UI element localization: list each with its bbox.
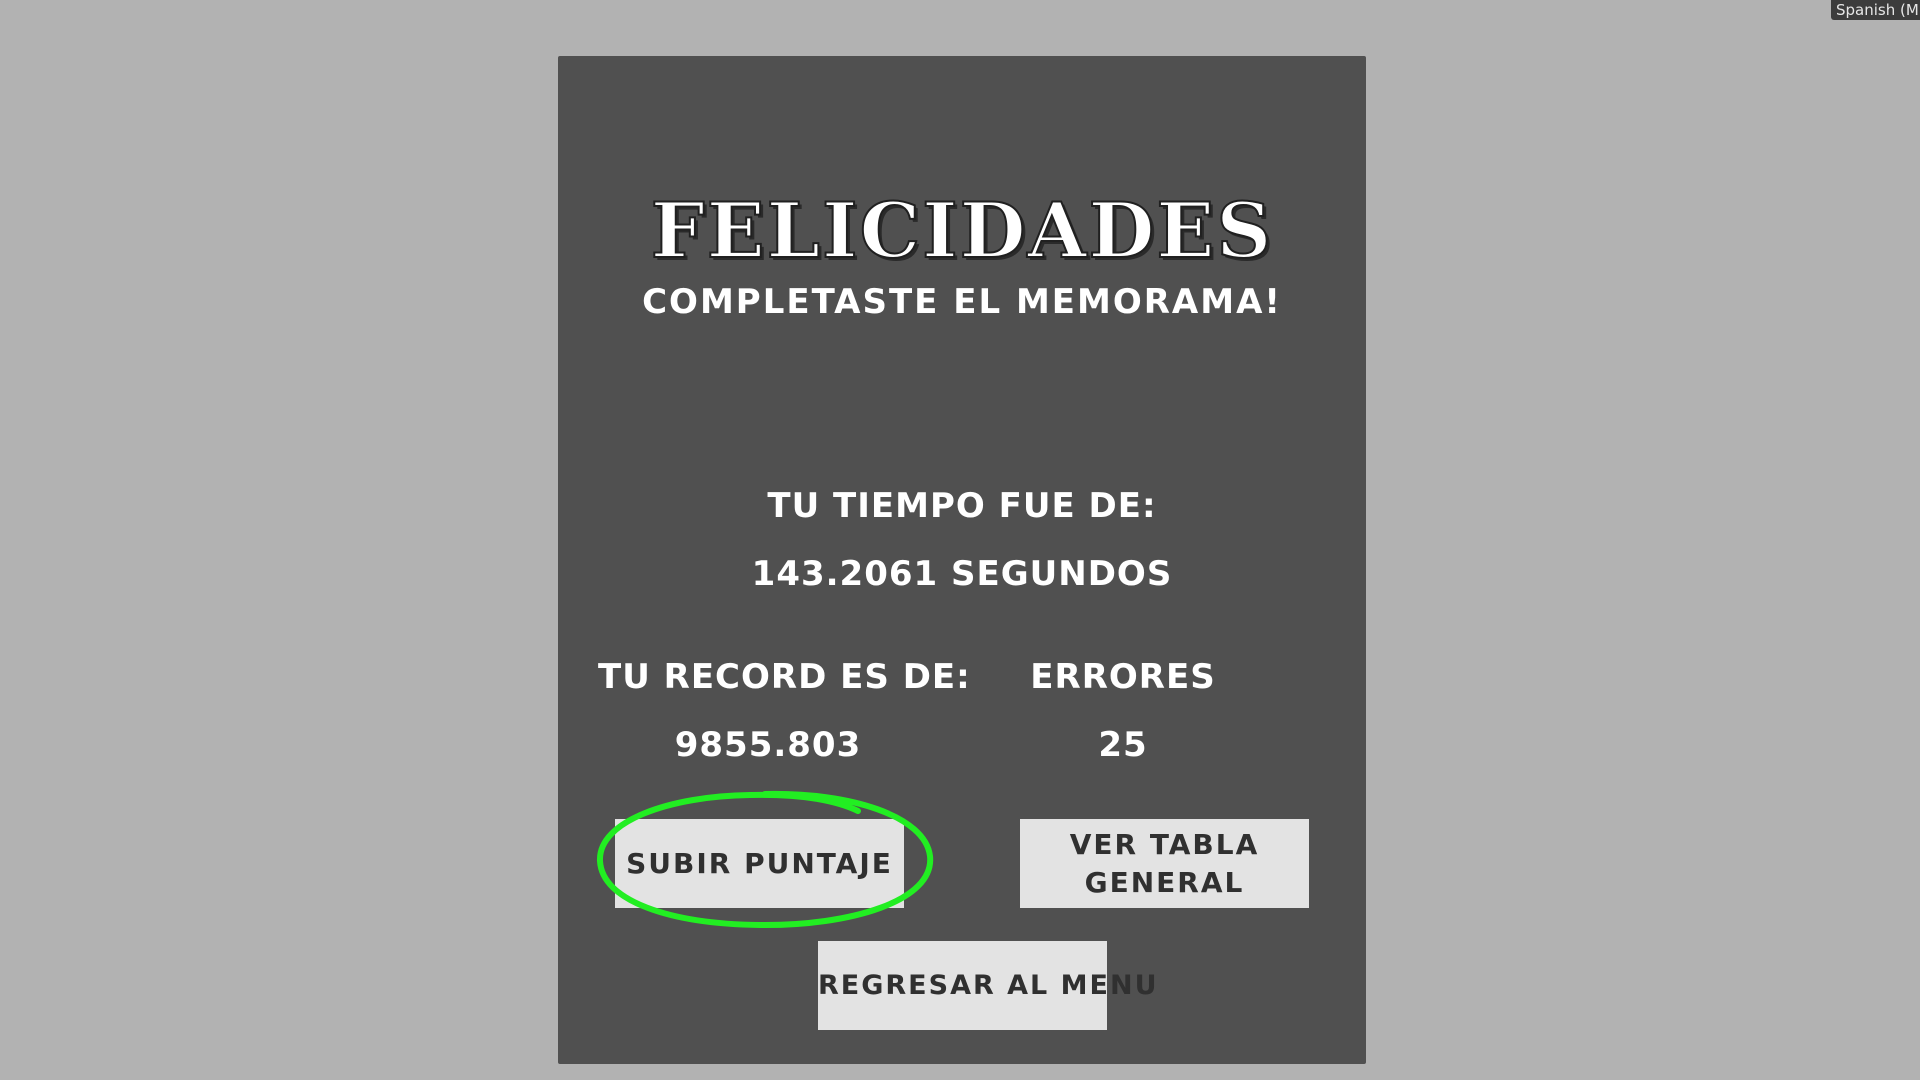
results-panel: FELICIDADES completaste el memorama! Tu …	[558, 56, 1366, 1064]
errors-value: 25	[1098, 725, 1148, 765]
language-indicator[interactable]: Spanish (M	[1831, 0, 1920, 20]
time-label: Tu tiempo fue de:	[767, 486, 1157, 526]
congrats-title: FELICIDADES	[650, 185, 1274, 276]
view-leaderboard-button[interactable]: Ver Tabla General	[1020, 819, 1309, 908]
completion-subtitle: completaste el memorama!	[642, 282, 1282, 322]
record-value: 9855.803	[674, 725, 862, 765]
time-value: 143.2061 segundos	[751, 554, 1173, 594]
back-to-menu-button[interactable]: Regresar al Menu	[818, 941, 1157, 1030]
upload-score-button[interactable]: Subir Puntaje	[615, 819, 904, 908]
errors-label: errores	[1030, 657, 1216, 697]
record-label: Tu record es de:	[598, 657, 971, 697]
